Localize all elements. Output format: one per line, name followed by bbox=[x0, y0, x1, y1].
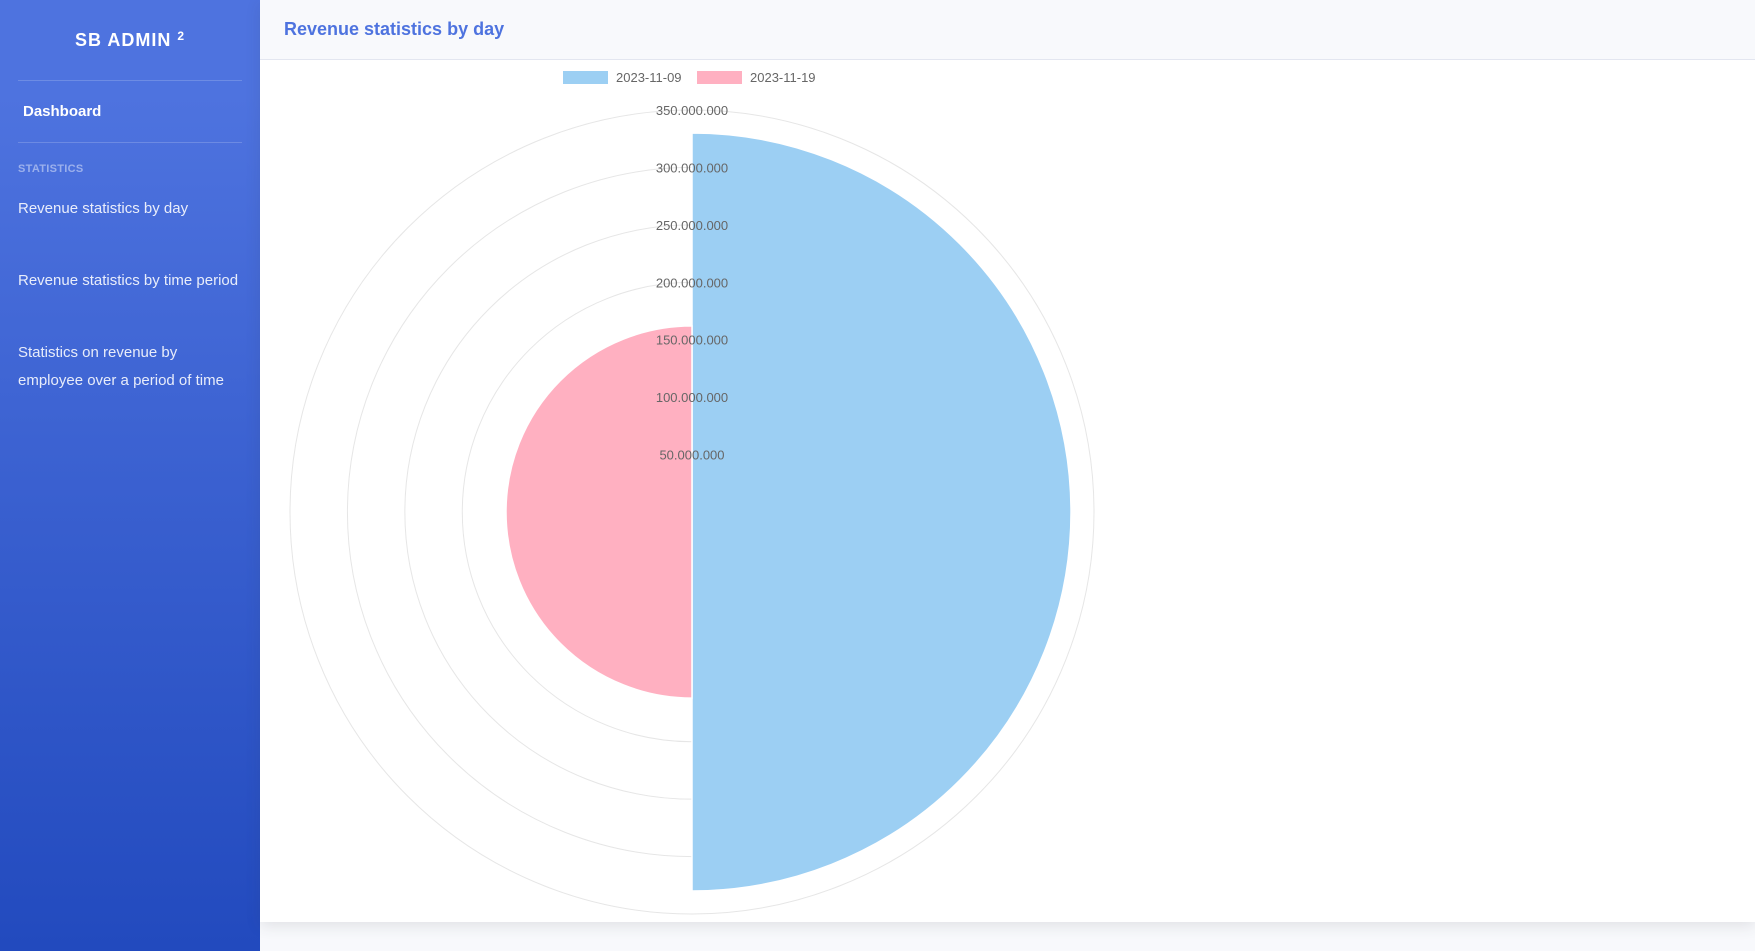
legend-swatch bbox=[697, 71, 742, 84]
brand-text: SB ADMIN bbox=[74, 29, 172, 50]
tick-label: 200.000.000 bbox=[656, 275, 728, 290]
polar-area-chart: 50.000.000 100.000.000 150.000.000 200.000.… bbox=[289, 70, 1095, 915]
sidebar-item-dashboard[interactable]: Dashboard bbox=[0, 81, 260, 142]
brand[interactable]: SB ADMIN 2 bbox=[0, 0, 260, 80]
legend-label: 2023-11-09 bbox=[616, 70, 682, 85]
segment-2023-11-19 bbox=[505, 325, 693, 699]
chart-card: Revenue statistics by day 50.000.000 100.… bbox=[260, 0, 1755, 922]
legend-swatch bbox=[563, 71, 608, 84]
sidebar: SB ADMIN 2 Dashboard STATISTICS Revenue s… bbox=[0, 0, 260, 951]
card-header: Revenue statistics by day bbox=[260, 0, 1755, 60]
tick-label: 50.000.000 bbox=[659, 448, 724, 463]
sidebar-item-revenue-by-employee[interactable]: Statistics on revenue by employee over a… bbox=[0, 325, 260, 409]
tick-label: 150.000.000 bbox=[656, 333, 728, 348]
sidebar-heading-statistics: STATISTICS bbox=[18, 163, 84, 175]
legend-label: 2023-11-19 bbox=[750, 70, 816, 85]
sidebar-item-revenue-by-time-period[interactable]: Revenue statistics by time period bbox=[0, 253, 260, 309]
chart-area: 50.000.000 100.000.000 150.000.000 200.000.… bbox=[260, 60, 1755, 922]
tick-label: 300.000.000 bbox=[656, 160, 728, 175]
tick-label: 100.000.000 bbox=[656, 390, 728, 405]
tick-label: 350.000.000 bbox=[656, 103, 728, 118]
page-title: Revenue statistics by day bbox=[284, 19, 505, 39]
sidebar-item-revenue-by-day[interactable]: Revenue statistics by day bbox=[0, 183, 260, 237]
brand-sup: 2 bbox=[177, 29, 186, 43]
tick-label: 250.000.000 bbox=[656, 218, 728, 233]
segment-2023-11-09 bbox=[691, 132, 1072, 892]
